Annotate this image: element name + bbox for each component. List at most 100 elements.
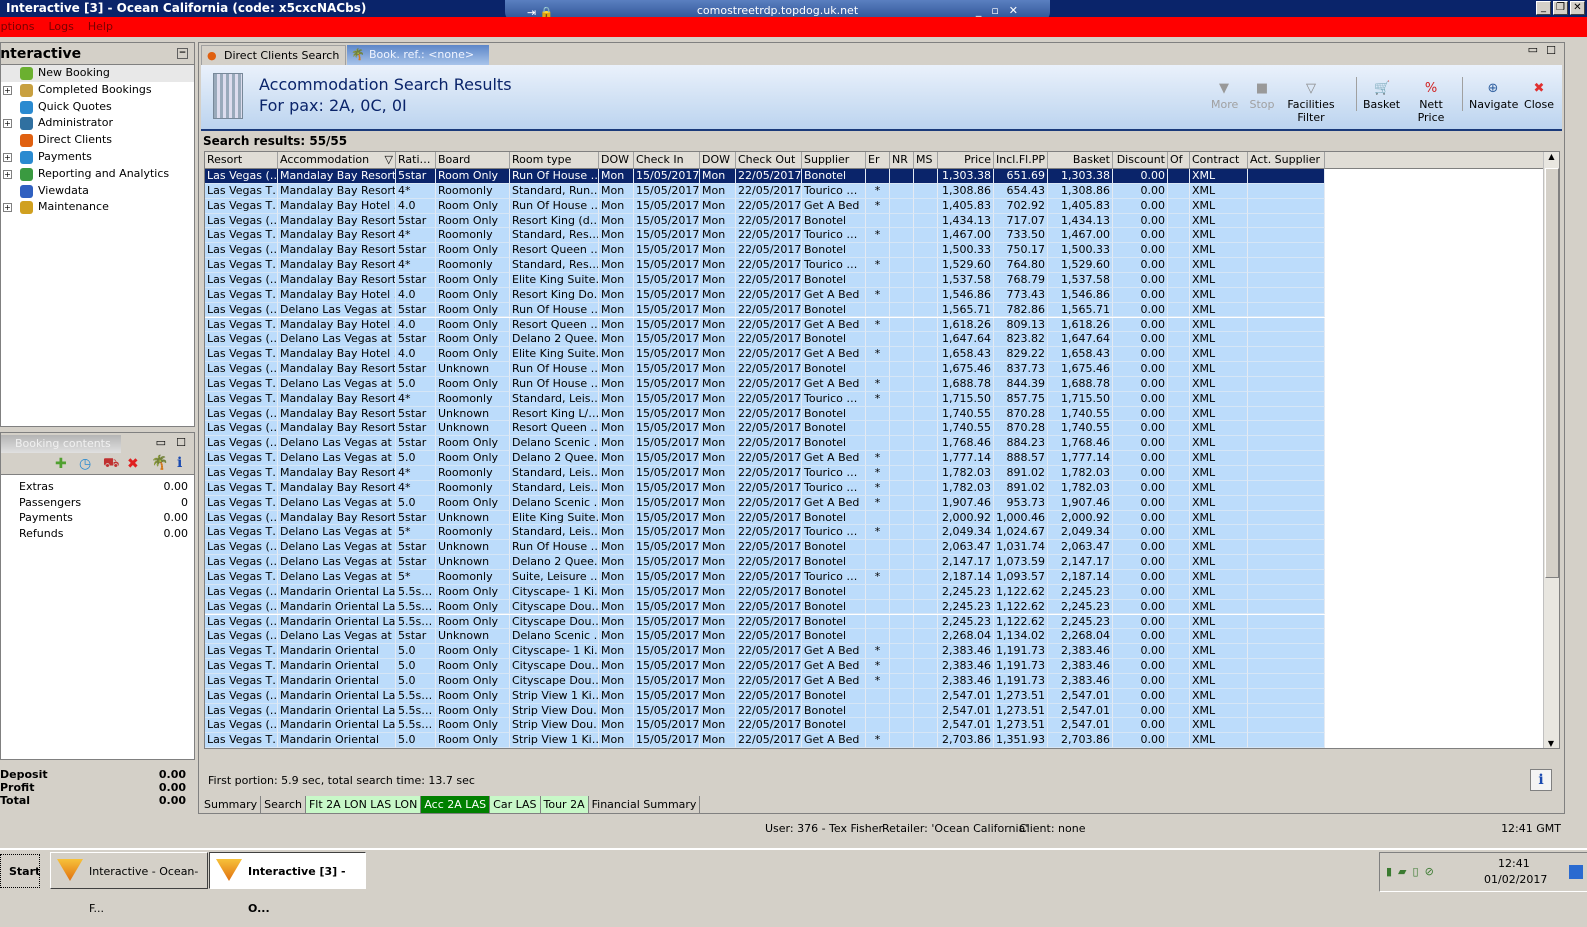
table-row[interactable]: Las Vegas T… Mandalay Bay Resort 4* Roomonl… [205,228,1325,244]
clock-icon[interactable]: ◷ [79,456,91,472]
palm-tree-icon[interactable]: 🌴 [151,455,168,471]
sidebar-item-reporting-and-analytics[interactable]: + Reporting and Analytics [1,166,194,183]
expand-icon[interactable]: + [3,85,12,95]
info-icon[interactable]: i [177,455,182,471]
table-row[interactable]: Las Vegas (… Delano Las Vegas at … 5star Ro… [205,302,1325,318]
table-row[interactable]: Las Vegas T… Delano Las Vegas at … 5.0 Room… [205,451,1325,466]
column-header[interactable]: Of [1168,152,1190,169]
table-row[interactable]: Las Vegas T… Mandalay Bay Resort 4* Roomonl… [205,480,1325,496]
scroll-down-arrow[interactable]: ▼ [1544,739,1558,748]
sidebar-item-maintenance[interactable]: + Maintenance [1,199,194,216]
maximize-panel-icon[interactable]: ☐ [1546,44,1556,57]
column-header[interactable]: Basket [1048,152,1113,169]
toolbar-basket-button[interactable]: 🛒 Basket [1363,82,1400,112]
table-row[interactable]: Las Vegas (… Mandarin Oriental La… 5.5s… Ro… [205,584,1325,600]
toolbar-nett-price-button[interactable]: % Nett Price [1406,82,1456,125]
table-row[interactable]: Las Vegas T… Mandalay Bay Hotel … 4.0 Room … [205,198,1325,214]
column-header[interactable]: Supplier [802,152,866,169]
table-row[interactable]: Las Vegas (… Delano Las Vegas at … 5star Ro… [205,332,1325,348]
column-header[interactable]: Act. Supplier [1248,152,1325,169]
tray-icons[interactable]: ▮▰▯⊘ [1386,865,1440,878]
menu-help[interactable]: Help [88,17,113,37]
close-window-button[interactable]: ✕ [1570,1,1585,15]
table-row[interactable]: Las Vegas T… Mandarin Oriental 5.0 Room Onl… [205,673,1325,689]
bottom-tab-tour-2a[interactable]: Tour 2A [540,796,589,813]
bottom-tab-financial-summary[interactable]: Financial Summary [589,796,701,813]
scroll-thumb[interactable] [1545,168,1559,578]
table-row[interactable]: Las Vegas T… Delano Las Vegas at … 5* Roomo… [205,569,1325,585]
table-row[interactable]: Las Vegas (… Mandalay Bay Resort… 5star Roo… [205,213,1325,229]
column-header[interactable]: Check Out [736,152,802,169]
column-header[interactable]: Check In [634,152,700,169]
sidebar-item-administrator[interactable]: + Administrator [1,115,194,132]
taskbar-item-active[interactable]: Interactive [3] - O... [209,852,366,915]
bottom-tab-search[interactable]: Search [261,796,306,813]
sidebar-item-viewdata[interactable]: Viewdata [1,183,194,200]
maximize-panel-icon[interactable]: ☐ [176,436,186,449]
sidebar-item-payments[interactable]: + Payments [1,149,194,166]
basket-arrow-icon[interactable]: ⛟ [103,456,119,473]
vertical-scrollbar[interactable]: ▲ ▼ [1543,152,1559,748]
bottom-tab-acc-2a-las[interactable]: Acc 2A LAS [421,796,491,813]
taskbar-item[interactable]: Interactive - Ocean-F... [50,852,208,915]
sidebar-item-quick-quotes[interactable]: Quick Quotes [1,99,194,116]
toolbar-facilities-filter-button[interactable]: ▽ Facilities Filter [1276,82,1346,125]
table-row[interactable]: Las Vegas T… Mandalay Bay Hotel … 4.0 Room … [205,317,1325,333]
table-row[interactable]: Las Vegas T… Mandarin Oriental 5.0 Room Onl… [205,644,1325,660]
bottom-tab-car-las[interactable]: Car LAS [490,796,541,813]
table-row[interactable]: Las Vegas (… Mandarin Oriental La… 5.5s… Ro… [205,614,1325,630]
table-row[interactable]: Las Vegas (… Mandalay Bay Resort… 5star Roo… [205,169,1325,184]
expand-icon[interactable]: + [3,169,12,179]
start-button[interactable]: Start [0,854,40,888]
table-row[interactable]: Las Vegas T… Delano Las Vegas at … 5.0 Room… [205,495,1325,511]
table-row[interactable]: Las Vegas (… Mandalay Bay Resort… 5star Unk… [205,510,1325,526]
table-row[interactable]: Las Vegas T… Mandalay Bay Resort 4* Roomonl… [205,183,1325,199]
column-header[interactable]: Resort [205,152,278,169]
bottom-tab-flt-2a-lon-las-lon[interactable]: Flt 2A LON LAS LON [305,796,422,813]
bottom-tab-summary[interactable]: Summary [201,796,262,813]
scroll-up-arrow[interactable]: ▲ [1544,152,1559,166]
menu-options[interactable]: Options [0,17,34,37]
collapse-button[interactable]: − [177,48,188,59]
toolbar-stop-button[interactable]: ■ Stop [1249,82,1275,112]
toolbar-navigate-button[interactable]: ⊕ Navigate [1469,82,1518,112]
sidebar-item-completed-bookings[interactable]: + Completed Bookings [1,82,194,99]
expand-icon[interactable]: + [3,203,12,213]
table-row[interactable]: Las Vegas (… Mandalay Bay Resort… 5star Unk… [205,362,1325,377]
table-row[interactable]: Las Vegas T… Mandarin Oriental 5.0 Room Onl… [205,659,1325,674]
restore-button[interactable]: ❐ [1553,1,1568,15]
table-row[interactable]: Las Vegas (… Delano Las Vegas at … 5star Ro… [205,436,1325,452]
sidebar-item-direct-clients[interactable]: Direct Clients [1,132,194,149]
expand-icon[interactable]: + [3,152,12,162]
column-header[interactable]: DOW [599,152,634,169]
column-header[interactable]: Discount [1113,152,1168,169]
table-row[interactable]: Las Vegas (… Mandarin Oriental La… 5.5s… Ro… [205,688,1325,704]
column-header[interactable]: Incl.Fl.PP [994,152,1048,169]
sidebar-item-new-booking[interactable]: New Booking [1,65,194,82]
column-header[interactable]: Contract [1190,152,1248,169]
column-header[interactable]: Room type [510,152,599,169]
expand-icon[interactable]: + [3,119,12,129]
minimize-panel-icon[interactable]: ▭ [1528,43,1538,56]
filter-icon[interactable]: ▽ [385,152,393,168]
table-row[interactable]: Las Vegas (… Mandarin Oriental La… 5.5s… Ro… [205,718,1325,734]
column-header[interactable]: MS [914,152,938,169]
booking-contents-tab[interactable]: Booking contents ✕ [1,435,121,468]
table-row[interactable]: Las Vegas (… Mandalay Bay Resort… 5star Unk… [205,421,1325,437]
table-row[interactable]: Las Vegas (… Mandalay Bay Resort… 5star Roo… [205,272,1325,288]
minimize-panel-icon[interactable]: ▭ [156,436,166,449]
column-header[interactable]: DOW [700,152,736,169]
column-header[interactable]: NR [890,152,914,169]
minimize-button[interactable]: _ [1536,1,1551,15]
table-row[interactable]: Las Vegas (… Mandalay Bay Resort… 5star Roo… [205,243,1325,259]
table-row[interactable]: Las Vegas (… Delano Las Vegas at … 5star Un… [205,555,1325,570]
table-row[interactable]: Las Vegas T… Mandarin Oriental 5.0 Room Onl… [205,733,1325,748]
table-row[interactable]: Las Vegas T… Mandalay Bay Resort 4* Roomonl… [205,391,1325,407]
info-button[interactable]: i [1530,769,1552,791]
table-row[interactable]: Las Vegas (… Delano Las Vegas at … 5star Un… [205,540,1325,556]
menu-logs[interactable]: Logs [48,17,73,37]
show-desktop-icon[interactable] [1569,865,1583,879]
table-row[interactable]: Las Vegas (… Mandarin Oriental La… 5.5s… Ro… [205,599,1325,615]
column-header[interactable]: Board [436,152,510,169]
table-row[interactable]: Las Vegas (… Mandalay Bay Resort… 5star Unk… [205,406,1325,422]
